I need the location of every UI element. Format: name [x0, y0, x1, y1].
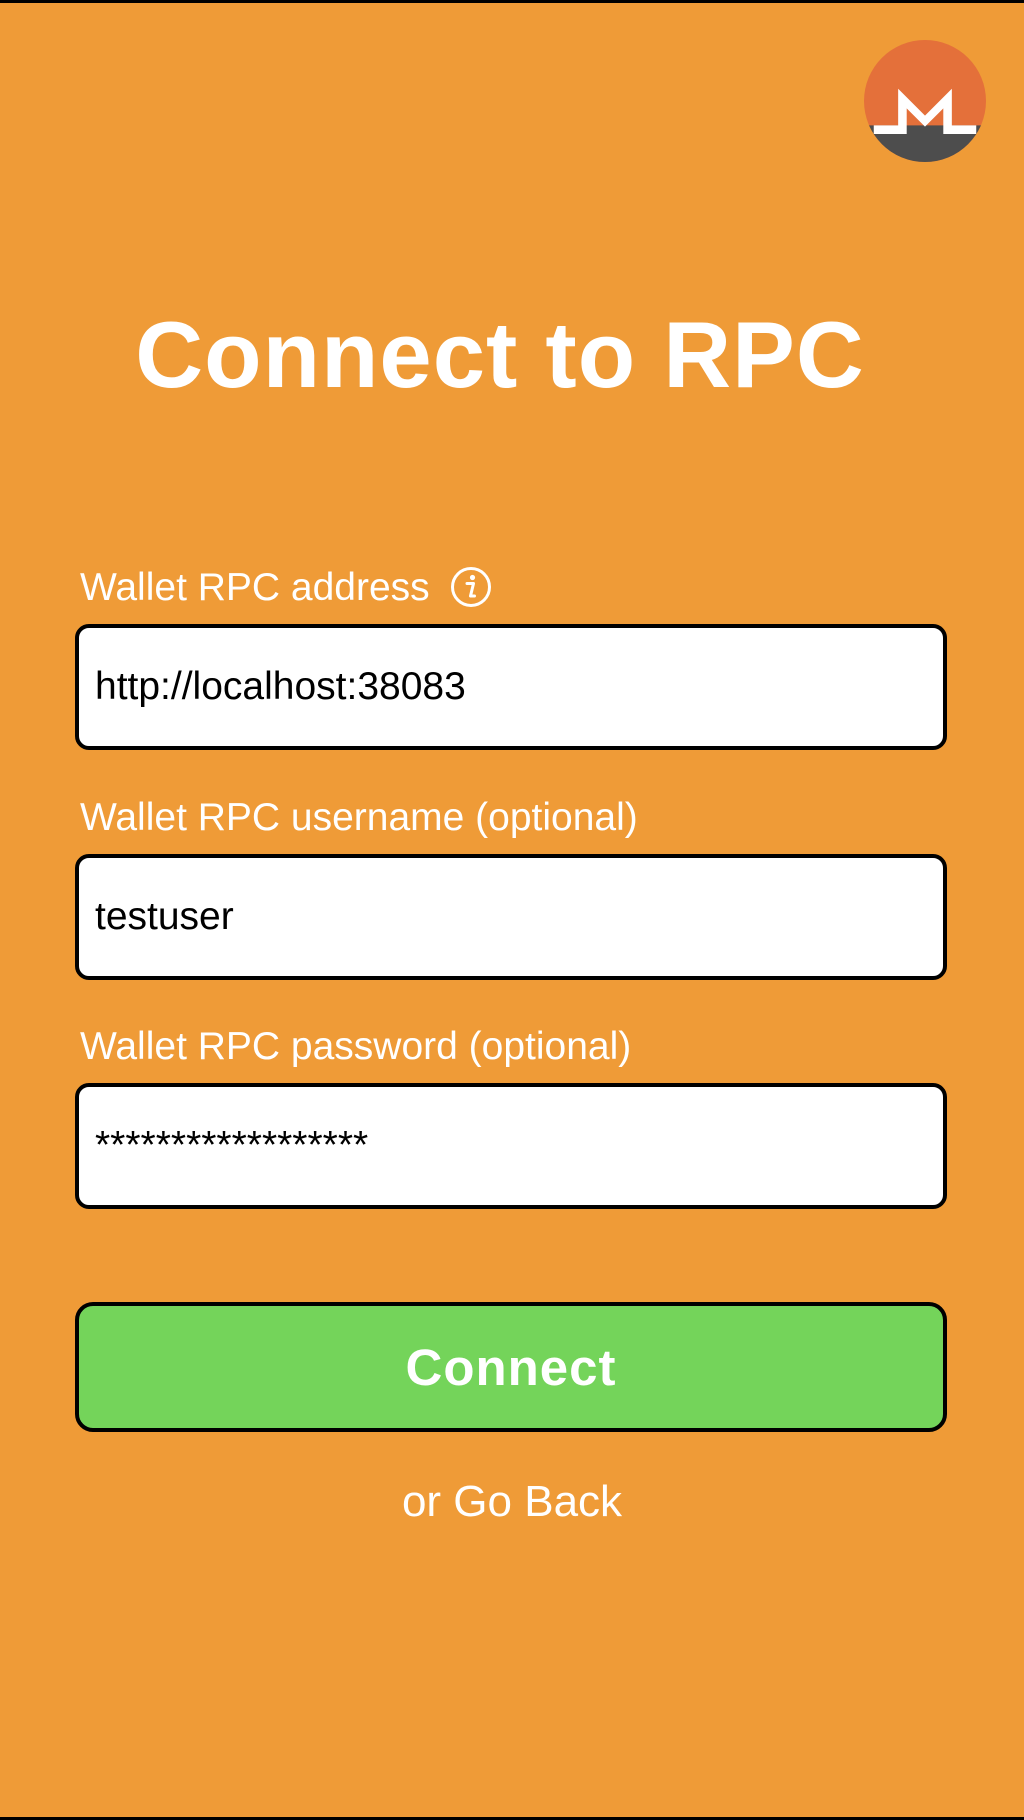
go-back-row: or Go Back — [0, 1480, 1024, 1524]
username-label: Wallet RPC username (optional) — [80, 796, 638, 839]
connect-button[interactable]: Connect — [75, 1302, 947, 1432]
go-back-link[interactable]: Go Back — [453, 1477, 622, 1526]
go-back-prefix: or — [401, 1477, 442, 1526]
connect-rpc-screen: Connect to RPC Wallet RPC address http:/… — [0, 0, 1024, 1820]
address-input[interactable]: http://localhost:38083 — [75, 624, 947, 750]
info-icon[interactable] — [450, 566, 492, 608]
monero-logo-icon — [864, 40, 986, 162]
address-label: Wallet RPC address — [80, 566, 430, 609]
password-input[interactable]: ****************** — [75, 1083, 947, 1209]
username-input[interactable]: testuser — [75, 854, 947, 980]
password-label: Wallet RPC password (optional) — [80, 1025, 632, 1068]
page-title: Connect to RPC — [135, 302, 865, 407]
